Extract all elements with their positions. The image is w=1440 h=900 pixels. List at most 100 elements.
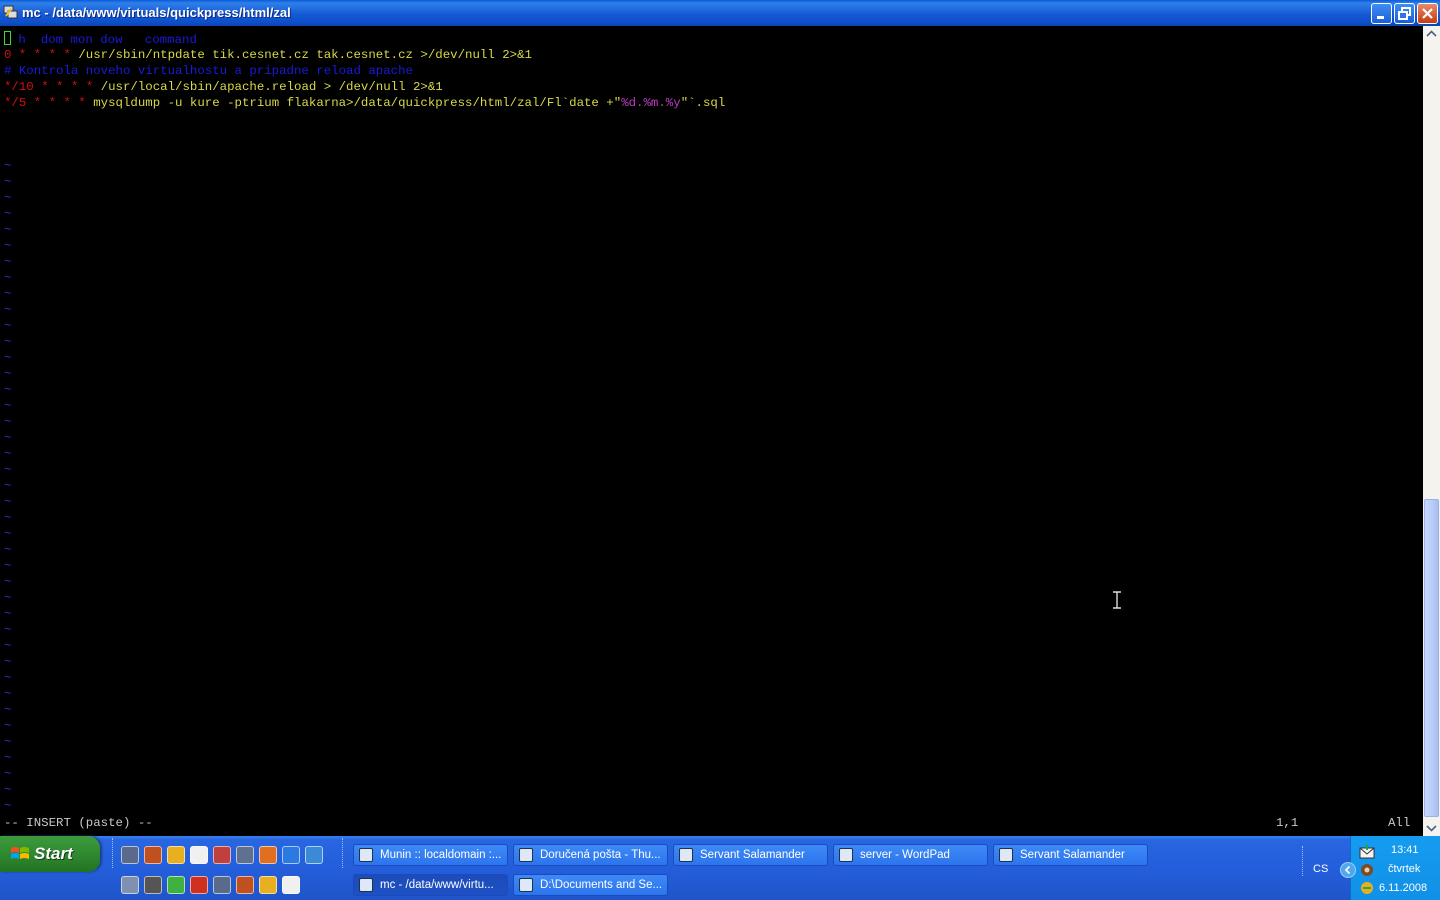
empty-line-tilde: ~ — [4, 319, 12, 333]
empty-line-tilde: ~ — [4, 511, 12, 525]
window-title-bar[interactable]: mc - /data/www/virtuals/quickpress/html/… — [0, 0, 1440, 26]
save-icon[interactable] — [167, 846, 185, 864]
empty-line-tilde: ~ — [4, 671, 12, 685]
empty-line-tilde: ~ — [4, 271, 12, 285]
restore-icon — [1398, 7, 1411, 20]
taskbar-button-label: Munin :: localdomain :... — [380, 849, 502, 861]
firefox-icon — [359, 848, 373, 862]
code-segment: * * * * — [33, 96, 94, 110]
empty-line-tilde: ~ — [4, 799, 12, 813]
notepad-icon[interactable] — [213, 876, 231, 894]
empty-line-tilde: ~ — [4, 591, 12, 605]
download-icon[interactable] — [144, 876, 162, 894]
empty-line-tilde: ~ — [4, 687, 12, 701]
empty-line-tilde: ~ — [4, 287, 12, 301]
code-segment: /usr/local/sbin/apache.reload > /dev/nul… — [100, 80, 443, 94]
code-line: h dom mon dow command — [4, 31, 197, 47]
taskbar-button-label: Servant Salamander — [700, 849, 805, 861]
taskbar-button-label: Servant Salamander — [1020, 849, 1125, 861]
taskbar-button[interactable]: Munin :: localdomain :... — [353, 844, 508, 866]
show-hidden-icons-button[interactable] — [1340, 862, 1356, 878]
empty-line-tilde: ~ — [4, 655, 12, 669]
empty-line-tilde: ~ — [4, 303, 12, 317]
clock-time[interactable]: 13:41 — [1391, 844, 1419, 856]
text-cursor-icon — [1113, 591, 1121, 609]
thunderbird-icon[interactable] — [213, 846, 231, 864]
taskbar-grip — [1302, 846, 1305, 876]
empty-line-tilde: ~ — [4, 463, 12, 477]
firefox-icon[interactable] — [282, 876, 300, 894]
empty-line-tilde: ~ — [4, 479, 12, 493]
code-segment: %d.%m.%y — [621, 96, 681, 110]
restore-button[interactable] — [1394, 3, 1415, 24]
code-segment: */10 — [4, 80, 42, 94]
empty-line-tilde: ~ — [4, 447, 12, 461]
taskbar-grip — [112, 838, 115, 868]
putty-icon[interactable] — [259, 876, 277, 894]
scrollbar-thumb[interactable] — [1424, 499, 1439, 817]
gmail-icon[interactable] — [121, 876, 139, 894]
outlook-icon[interactable] — [144, 846, 162, 864]
taskbar-button[interactable]: mc - /data/www/virtu... — [353, 874, 508, 896]
gear-icon[interactable] — [305, 846, 323, 864]
wordpad-icon — [839, 848, 853, 862]
text-cursor — [4, 31, 11, 45]
chrome-icon[interactable] — [190, 876, 208, 894]
taskbar: Start Munin :: localdomain :... Doručená … — [0, 836, 1440, 900]
code-segment: h dom mon dow command — [11, 33, 197, 47]
minimize-icon — [1377, 16, 1384, 19]
vertical-scrollbar[interactable] — [1423, 26, 1440, 836]
close-button[interactable] — [1417, 3, 1438, 24]
close-icon — [1422, 8, 1433, 19]
chevron-up-icon — [1426, 30, 1437, 37]
code-segment: * * * * — [41, 80, 101, 94]
empty-line-tilde: ~ — [4, 543, 12, 557]
notes-icon[interactable] — [167, 876, 185, 894]
taskbar-button[interactable]: D:\Documents and Se... — [513, 874, 668, 896]
scroll-down-button[interactable] — [1423, 819, 1440, 836]
media-icon[interactable] — [236, 846, 254, 864]
ie-icon[interactable] — [121, 846, 139, 864]
empty-line-tilde: ~ — [4, 383, 12, 397]
taskbar-button[interactable]: Doručená pošta - Thu... — [513, 844, 668, 866]
empty-line-tilde: ~ — [4, 335, 12, 349]
clapper-icon[interactable] — [282, 846, 300, 864]
empty-line-tilde: ~ — [4, 623, 12, 637]
code-segment: /usr/sbin/ntpdate tik.cesnet.cz tak.cesn… — [78, 48, 532, 62]
scroll-up-button[interactable] — [1423, 26, 1440, 43]
code-segment: mysqldump -u kure -ptrium flakarna>/data… — [93, 96, 622, 110]
code-segment: */5 — [4, 96, 34, 110]
gift-icon[interactable] — [236, 876, 254, 894]
putty-icon — [359, 878, 373, 892]
terminal-editor[interactable]: h dom mon dow command 0 * * * * /usr/sbin… — [0, 26, 1423, 836]
mail-notification-icon[interactable] — [1359, 845, 1375, 859]
putty-icon — [3, 5, 18, 19]
empty-line-tilde: ~ — [4, 399, 12, 413]
safely-remove-icon[interactable] — [1359, 881, 1375, 895]
bs-icon[interactable] — [259, 846, 277, 864]
language-indicator[interactable]: CS — [1313, 863, 1328, 875]
empty-line-tilde: ~ — [4, 175, 12, 189]
empty-line-tilde: ~ — [4, 735, 12, 749]
code-line: # Kontrola noveho virtualhostu a pripadn… — [4, 63, 413, 79]
network-icon[interactable] — [1359, 863, 1375, 877]
taskbar-button[interactable]: Servant Salamander — [993, 844, 1148, 866]
scroll-position: All — [1388, 816, 1411, 830]
empty-line-tilde: ~ — [4, 751, 12, 765]
empty-line-tilde: ~ — [4, 255, 12, 269]
empty-line-tilde: ~ — [4, 159, 12, 173]
taskbar-button[interactable]: server - WordPad — [833, 844, 988, 866]
empty-line-tilde: ~ — [4, 495, 12, 509]
empty-line-tilde: ~ — [4, 527, 12, 541]
empty-line-tilde: ~ — [4, 415, 12, 429]
taskbar-grip — [342, 838, 345, 868]
taskbar-button[interactable]: Servant Salamander — [673, 844, 828, 866]
code-segment: # Kontrola noveho virtualhostu a pripadn… — [4, 64, 413, 78]
start-button[interactable]: Start — [0, 836, 100, 872]
minimize-button[interactable] — [1371, 3, 1392, 24]
salamander-icon[interactable] — [190, 846, 208, 864]
editor-mode-status: -- INSERT (paste) -- — [4, 816, 153, 830]
chevron-left-icon — [1344, 865, 1351, 875]
empty-line-tilde: ~ — [4, 207, 12, 221]
empty-line-tilde: ~ — [4, 431, 12, 445]
